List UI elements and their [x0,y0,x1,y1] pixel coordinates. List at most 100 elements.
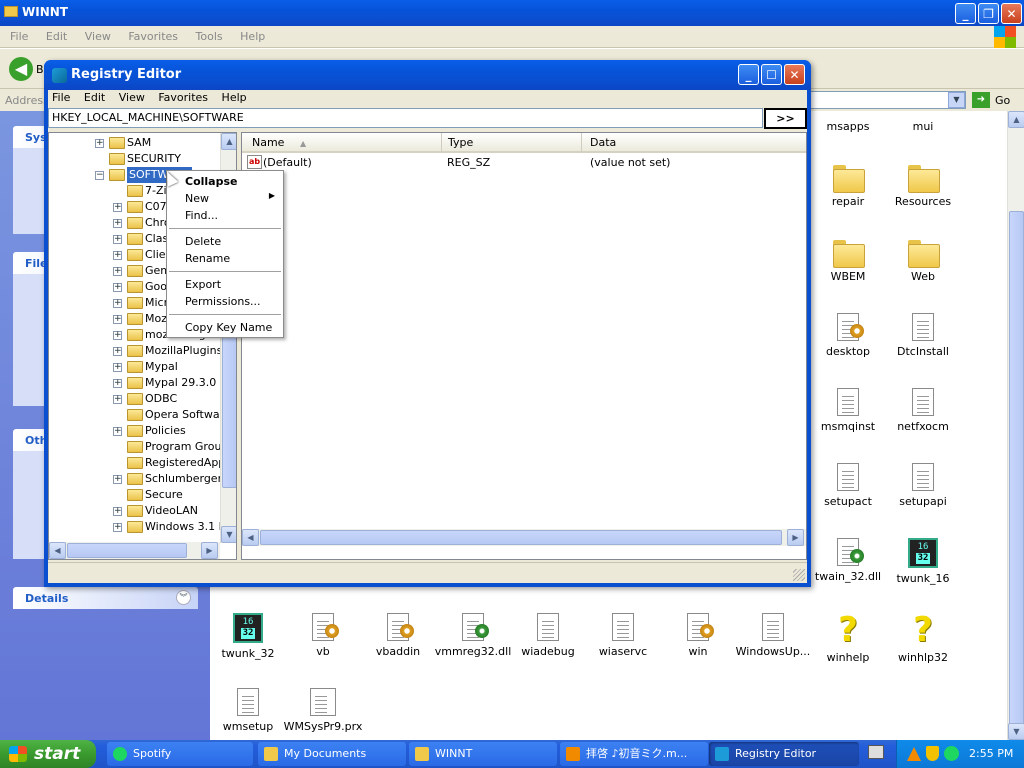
expand-icon[interactable]: + [113,235,122,244]
address-input[interactable] [810,91,966,109]
expand-icon[interactable]: + [113,427,122,436]
expand-icon[interactable]: + [113,395,122,404]
expand-icon[interactable]: + [113,507,122,516]
file-icon-item[interactable]: vbaddin [358,613,438,669]
regedit-maximize-button[interactable]: ☐ [761,64,782,85]
expand-icon[interactable]: + [113,331,122,340]
taskbar-button[interactable]: Spotify [107,742,253,766]
regedit-close-button[interactable]: ✕ [784,64,805,85]
vlc-tray-icon[interactable] [907,747,921,761]
regedit-minimize-button[interactable]: _ [738,64,759,85]
menu-view[interactable]: View [85,30,111,43]
tree-node[interactable]: + Policies [49,423,220,439]
regedit-menu-favorites[interactable]: Favorites [158,91,208,104]
expand-icon[interactable]: + [113,283,122,292]
back-arrow-icon[interactable]: ◀ [9,57,33,81]
path-go-button[interactable]: >> [764,108,807,129]
expand-icon[interactable]: + [113,267,122,276]
file-icon-item[interactable]: msmqinst [808,388,888,444]
spotify-tray-icon[interactable] [944,746,959,761]
expand-icon[interactable]: + [113,347,122,356]
file-icon-item[interactable]: netfxocm [883,388,963,444]
tree-node[interactable]: Opera Software [49,407,220,423]
context-menu-item[interactable]: Rename [185,250,230,267]
column-type[interactable]: Type [442,133,582,153]
tree-node[interactable]: Program Groups [49,439,220,455]
values-scroll-left-button[interactable]: ◀ [242,529,259,546]
taskbar-button[interactable]: Registry Editor [709,742,859,766]
file-icon-item[interactable]: 16 32 twunk_32 [208,613,288,669]
tree-node[interactable]: + Mypal 29.3.0 [49,375,220,391]
tree-node[interactable]: SECURITY [49,151,220,167]
tree-node[interactable]: + ODBC [49,391,220,407]
file-icon-item[interactable]: desktop [808,313,888,369]
regedit-title-bar[interactable]: Registry Editor _ ☐ ✕ [44,60,811,90]
file-icon-item[interactable]: wmsetup [208,688,288,744]
file-icon-item[interactable]: Resources [883,163,963,219]
expand-chevron-icon[interactable]: ︾ [176,590,191,605]
tree-node[interactable]: RegisteredApplications [49,455,220,471]
file-icon-item[interactable]: repair [808,163,888,219]
tree-horizontal-scrollbar[interactable]: ◀ ▶ [49,542,220,559]
security-shield-icon[interactable] [926,746,939,761]
value-row[interactable]: ab (Default) REG_SZ (value not set) [242,153,806,171]
taskbar-button[interactable]: 拝啓 ♪初音ミク.m... [560,742,708,766]
scroll-thumb[interactable] [1009,211,1024,768]
file-icon-item[interactable]: 16 32 twunk_16 [883,538,963,594]
tree-node[interactable]: + Schlumberger [49,471,220,487]
expand-icon[interactable]: + [113,219,122,228]
menu-tools[interactable]: Tools [196,30,223,43]
menu-favorites[interactable]: Favorites [128,30,178,43]
expand-icon[interactable]: + [113,475,122,484]
context-menu-item[interactable]: Collapse [185,173,237,190]
expand-icon[interactable]: + [113,251,122,260]
values-scroll-right-button[interactable]: ▶ [787,529,804,546]
file-icon-item[interactable]: ? winhelp [808,613,888,669]
tree-scroll-right-button[interactable]: ▶ [201,542,218,559]
expand-icon[interactable]: + [113,523,122,532]
address-dropdown-button[interactable]: ▼ [948,92,965,108]
file-icon-item[interactable]: WindowsUp... [733,613,813,669]
tree-scroll-down-button[interactable]: ▼ [221,526,236,543]
file-icon-item[interactable]: wiadebug [508,613,588,669]
tree-node[interactable]: + Windows 3.1 Migration Status [49,519,220,533]
scroll-down-button[interactable]: ▼ [1008,723,1024,740]
quick-launch-keyboard-icon[interactable] [868,745,884,759]
tree-node[interactable]: + Mypal [49,359,220,375]
values-h-scroll-thumb[interactable] [260,530,782,545]
column-data[interactable]: Data [582,133,806,153]
expand-icon[interactable]: + [95,139,104,148]
tree-scroll-left-button[interactable]: ◀ [49,542,66,559]
context-menu-item[interactable]: Find... [185,207,218,224]
expand-icon[interactable]: + [113,299,122,308]
go-arrow-icon[interactable]: ➜ [972,92,990,108]
menu-edit[interactable]: Edit [46,30,67,43]
explorer-title-bar[interactable]: WINNT _ ❐ ✕ [0,0,1024,26]
close-button[interactable]: ✕ [1001,3,1022,24]
taskbar-button[interactable]: My Documents [258,742,406,766]
file-icon-item[interactable]: wiaservc [583,613,663,669]
expand-icon[interactable]: + [113,379,122,388]
file-icon-item[interactable]: DtcInstall [883,313,963,369]
regedit-menu-file[interactable]: File [52,91,70,104]
tree-node[interactable]: + VideoLAN [49,503,220,519]
file-icon-item[interactable]: twain_32.dll [808,538,888,594]
regedit-path-input[interactable]: HKEY_LOCAL_MACHINE\SOFTWARE [48,108,763,128]
clock[interactable]: 2:55 PM [969,747,1013,760]
tree-h-scroll-thumb[interactable] [67,543,187,558]
start-button[interactable]: start [0,740,96,768]
context-menu-item[interactable]: Copy Key Name [185,319,272,336]
context-menu-item[interactable]: New [185,190,209,207]
values-horizontal-scrollbar[interactable]: ◀ ▶ [242,529,806,546]
tree-node[interactable]: + SAM [49,135,220,151]
file-icon-item[interactable]: vmmreg32.dll [433,613,513,669]
taskbar-button[interactable]: WINNT [409,742,557,766]
context-menu-item[interactable]: Permissions... [185,293,261,310]
tree-node[interactable]: Secure [49,487,220,503]
file-icon-item[interactable]: Web [883,238,963,294]
context-menu-item[interactable]: Export [185,276,221,293]
expand-icon[interactable]: + [113,203,122,212]
collapse-icon[interactable]: − [95,171,104,180]
regedit-menu-view[interactable]: View [119,91,145,104]
tree-scroll-up-button[interactable]: ▲ [221,133,236,150]
